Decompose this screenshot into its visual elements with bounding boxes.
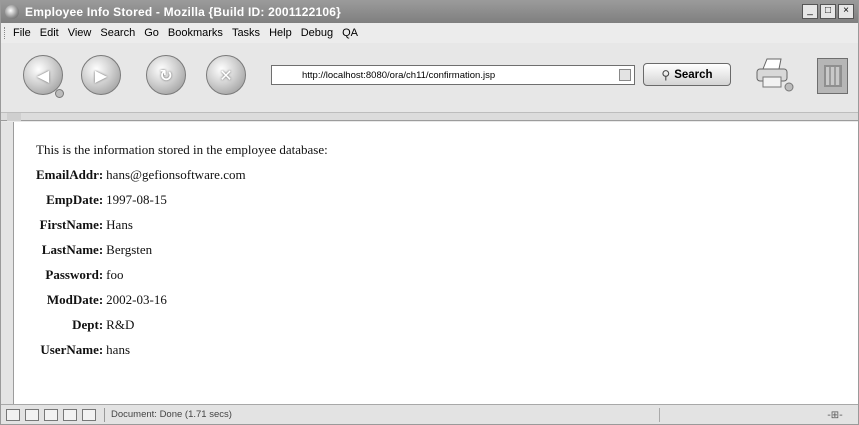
reload-icon: ↻ [159,65,173,85]
throbber-icon[interactable] [817,58,848,94]
menu-tasks[interactable]: Tasks [232,27,260,39]
menu-search[interactable]: Search [100,27,135,39]
window-title: Employee Info Stored - Mozilla {Build ID… [25,5,342,19]
search-button[interactable]: ⚲ Search [643,63,731,86]
status-bar: Document: Done (1.71 secs) -⊞- [1,404,858,424]
table-row: Dept: R&D [32,312,250,337]
field-value: foo [106,266,124,282]
field-label: LastName: [41,241,104,257]
field-value: R&D [106,316,135,332]
field-label: FirstName: [39,216,104,232]
status-text: Document: Done (1.71 secs) [111,409,232,420]
menu-qa[interactable]: QA [342,27,358,39]
forward-button[interactable]: ▶ [81,55,121,95]
table-row: ModDate: 2002-03-16 [32,287,250,312]
url-dropdown-icon[interactable] [619,69,631,81]
field-value: hans [106,341,131,357]
field-label: UserName: [40,341,104,357]
menu-view[interactable]: View [68,27,92,39]
mozilla-app-icon [5,5,19,19]
status-panel [659,408,809,422]
composer-icon[interactable] [44,408,58,421]
tab-grip[interactable] [7,113,21,121]
tab-strip [1,113,858,121]
navigator-icon[interactable] [6,408,20,421]
minimize-button[interactable]: _ [802,4,818,19]
table-row: EmailAddr: hans@gefionsoftware.com [32,162,250,187]
field-label: EmailAddr: [36,166,104,182]
close-button[interactable]: × [838,4,854,19]
stop-icon: ✕ [219,65,233,85]
printer-icon[interactable] [751,55,795,95]
menu-bookmarks[interactable]: Bookmarks [168,27,223,39]
menu-bar: File Edit View Search Go Bookmarks Tasks… [1,23,858,43]
mail-icon[interactable] [25,408,39,421]
field-value: 1997-08-15 [106,191,167,207]
field-value: Hans [106,216,133,232]
maximize-button[interactable]: □ [820,4,836,19]
field-label: Password: [45,266,104,282]
address-book-icon[interactable] [63,408,77,421]
back-arrow-icon: ◀ [36,65,50,85]
sidebar-strip[interactable] [1,122,13,404]
menu-help[interactable]: Help [269,27,292,39]
table-row: UserName: hans [32,337,250,362]
page-content: This is the information stored in the em… [13,122,858,404]
online-status-icon[interactable]: -⊞- [820,408,850,422]
magnifier-icon: ⚲ [661,67,671,82]
navigation-toolbar: ◀ ▶ ↻ ✕ http://localhost:8080/ora/ch11/c… [1,43,858,113]
intro-text: This is the information stored in the em… [36,142,328,157]
irc-icon[interactable] [82,408,96,421]
menu-go[interactable]: Go [144,27,159,39]
field-value: hans@gefionsoftware.com [106,166,246,182]
table-row: Password: foo [32,262,250,287]
search-button-label: Search [674,68,713,81]
field-value: 2002-03-16 [106,291,167,307]
field-label: Dept: [72,316,104,332]
window-controls: _ □ × [802,4,854,19]
field-value: Bergsten [106,241,153,257]
field-label: EmpDate: [46,191,104,207]
menu-edit[interactable]: Edit [40,27,59,39]
status-separator [104,407,105,422]
menu-grip[interactable] [4,27,7,39]
reload-button[interactable]: ↻ [146,55,186,95]
url-text: http://localhost:8080/ora/ch11/confirmat… [302,69,496,81]
stop-button[interactable]: ✕ [206,55,246,95]
menu-debug[interactable]: Debug [301,27,333,39]
table-row: EmpDate: 1997-08-15 [32,187,250,212]
table-row: FirstName: Hans [32,212,250,237]
title-bar: Employee Info Stored - Mozilla {Build ID… [1,1,858,23]
back-dropdown-icon[interactable] [55,89,64,98]
field-label: ModDate: [46,291,104,307]
url-field[interactable]: http://localhost:8080/ora/ch11/confirmat… [271,65,635,85]
table-row: LastName: Bergsten [32,237,250,262]
employee-info-table: EmailAddr: hans@gefionsoftware.com EmpDa… [32,162,250,362]
forward-arrow-icon: ▶ [94,65,108,85]
browser-window: Employee Info Stored - Mozilla {Build ID… [0,0,859,425]
menu-file[interactable]: File [13,27,31,39]
